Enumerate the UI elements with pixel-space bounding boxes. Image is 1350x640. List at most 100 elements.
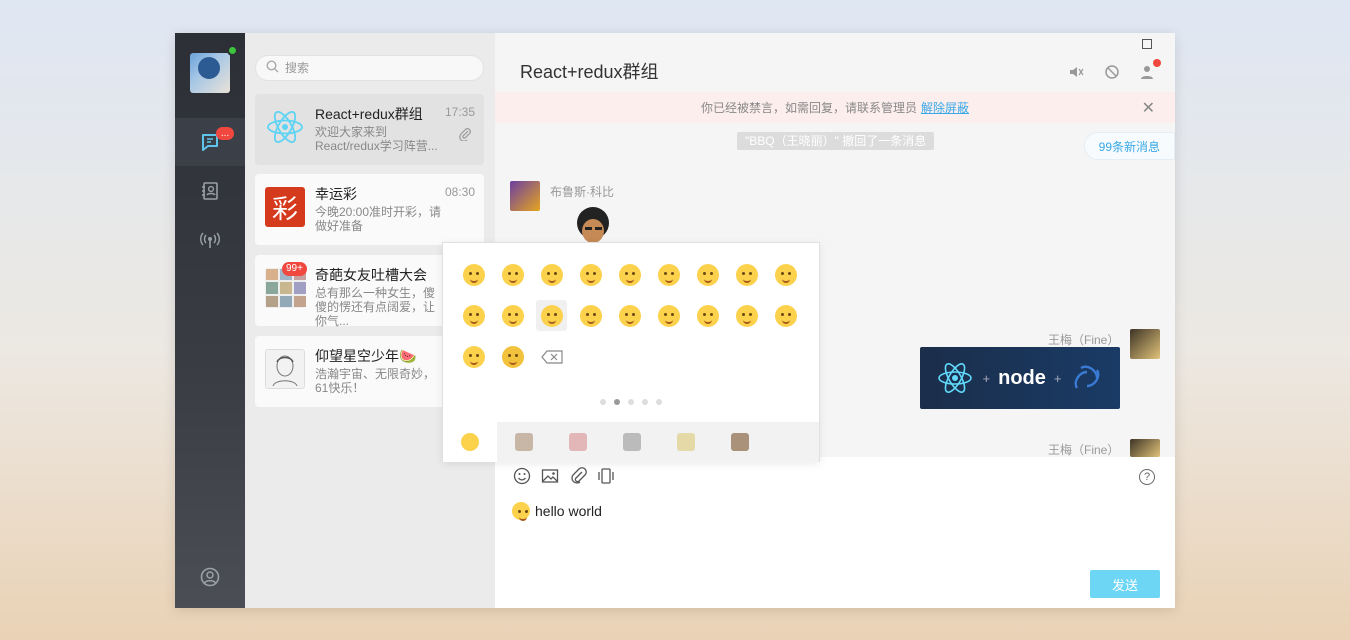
emoji-icon[interactable]	[497, 300, 528, 331]
emoji-icon[interactable]	[692, 300, 723, 331]
mute-icon[interactable]	[1067, 63, 1085, 81]
message-input-text: hello world	[535, 503, 602, 519]
emoji-icon[interactable]	[770, 300, 801, 331]
emoji-page-indicator	[600, 399, 662, 405]
shake-icon[interactable]	[597, 467, 615, 485]
chat-title: React+redux群组	[520, 62, 659, 82]
sketch-avatar	[265, 349, 305, 389]
message-sender: 布鲁斯·科比	[550, 185, 614, 199]
emoji-icon[interactable]	[458, 259, 489, 290]
emoji-icon[interactable]	[731, 259, 762, 290]
send-button[interactable]: 发送	[1090, 570, 1160, 598]
emoji-grid	[458, 259, 809, 372]
plus-sign: +	[1053, 370, 1062, 386]
emoji-icon[interactable]	[497, 259, 528, 290]
emoji-tab-sticker[interactable]	[605, 422, 659, 462]
session-name: 仰望星空少年🍉	[315, 348, 417, 364]
emoji-icon[interactable]	[536, 300, 567, 331]
session-name: 幸运彩	[315, 186, 357, 202]
unread-badge: 99+	[282, 262, 307, 276]
contacts-icon	[202, 182, 218, 200]
page-dot[interactable]	[614, 399, 620, 405]
rail-item-chat[interactable]: ...	[175, 118, 245, 166]
sticker-boat-icon	[731, 433, 749, 451]
new-messages-button[interactable]: 99条新消息	[1083, 132, 1175, 160]
unblock-link[interactable]: 解除屏蔽	[921, 99, 969, 116]
block-icon[interactable]	[1103, 63, 1121, 81]
maximize-button[interactable]	[1142, 39, 1152, 49]
emoji-tab-sticker[interactable]	[659, 422, 713, 462]
muted-notice-bar: 你已经被禁言，如需回复，请联系管理员 解除屏蔽 ✕	[495, 92, 1175, 123]
search-icon	[266, 60, 279, 76]
session-item[interactable]: 彩 幸运彩 08:30 今晚20:00准时开彩，请做好准备	[255, 174, 484, 245]
emoji-tab-sticker[interactable]	[713, 422, 767, 462]
session-time: 17:35	[444, 105, 475, 119]
emoji-icon[interactable]	[575, 300, 606, 331]
message-sender: 王梅（Fine）	[1048, 443, 1120, 457]
emoji-icon[interactable]	[653, 259, 684, 290]
close-icon[interactable]: ✕	[1142, 98, 1155, 118]
emoji-icon[interactable]	[614, 300, 645, 331]
emoji-icon[interactable]	[653, 300, 684, 331]
sticker-pig-icon	[569, 433, 587, 451]
emoji-tab-sticker[interactable]	[551, 422, 605, 462]
online-status-dot	[227, 45, 238, 56]
avatar[interactable]	[1130, 439, 1160, 457]
emoji-icon[interactable]	[692, 259, 723, 290]
session-last-message: 今晚20:00准时开彩，请做好准备	[315, 205, 442, 233]
sticker-figure-icon	[515, 433, 533, 451]
redux-icon	[1075, 365, 1100, 389]
emoji-face-icon	[461, 433, 479, 451]
broadcast-icon	[200, 232, 220, 248]
tech-stack-image[interactable]: + node +	[920, 347, 1120, 409]
emoji-icon[interactable]	[731, 300, 762, 331]
emoji-icon[interactable]	[497, 341, 528, 372]
help-icon[interactable]: ?	[1139, 469, 1155, 485]
emoji-icon[interactable]	[575, 259, 606, 290]
page-dot[interactable]	[628, 399, 634, 405]
attachment-icon[interactable]	[569, 467, 587, 485]
image-icon[interactable]	[541, 467, 559, 485]
emoji-icon[interactable]	[513, 467, 531, 485]
emoji-icon[interactable]	[458, 300, 489, 331]
avatar[interactable]	[510, 181, 540, 211]
rail-item-broadcast[interactable]	[175, 216, 245, 264]
smile-emoji-icon	[511, 501, 531, 521]
emoji-picker	[442, 242, 820, 462]
page-dot[interactable]	[642, 399, 648, 405]
plus-sign: +	[982, 370, 991, 386]
rail-item-profile[interactable]	[175, 553, 245, 601]
user-circle-icon	[200, 567, 220, 587]
my-avatar[interactable]	[190, 53, 230, 93]
session-last-message: 总有那么一种女生，傻傻的愣还有点阔爱，让你气...	[315, 286, 436, 328]
sticker-magic-icon	[677, 433, 695, 451]
emoji-tab-default[interactable]	[443, 422, 497, 462]
muted-notice-text: 你已经被禁言，如需回复，请联系管理员	[700, 101, 917, 115]
session-last-message: 浩瀚宇宙、无限奇妙，61快乐！	[315, 367, 436, 395]
message-sender: 王梅（Fine）	[1048, 333, 1120, 347]
page-dot[interactable]	[656, 399, 662, 405]
page-dot[interactable]	[600, 399, 606, 405]
message-input[interactable]: hello world	[511, 501, 602, 521]
attachment-icon	[458, 127, 472, 144]
chat-toolbar	[1067, 59, 1161, 81]
search-input[interactable]	[285, 61, 465, 75]
avatar[interactable]	[1130, 329, 1160, 359]
emoji-icon[interactable]	[458, 341, 489, 372]
emoji-tab-sticker[interactable]	[497, 422, 551, 462]
backspace-icon[interactable]	[536, 341, 567, 372]
session-name: 奇葩女友吐槽大会	[315, 267, 427, 283]
emoji-icon[interactable]	[770, 259, 801, 290]
sticker-image[interactable]	[568, 205, 618, 245]
session-item[interactable]: React+redux群组 17:35 欢迎大家来到React/redux学习阵…	[255, 94, 484, 165]
emoji-icon[interactable]	[614, 259, 645, 290]
search-box	[255, 55, 484, 81]
node-logo-text: node	[998, 366, 1046, 389]
members-icon[interactable]	[1139, 59, 1161, 81]
session-name: React+redux群组	[315, 106, 423, 122]
react-icon	[937, 363, 972, 393]
input-toolbar	[513, 467, 615, 485]
rail-item-contacts[interactable]	[175, 167, 245, 215]
session-last-message: 欢迎大家来到React/redux学习阵营...	[315, 125, 438, 153]
emoji-icon[interactable]	[536, 259, 567, 290]
